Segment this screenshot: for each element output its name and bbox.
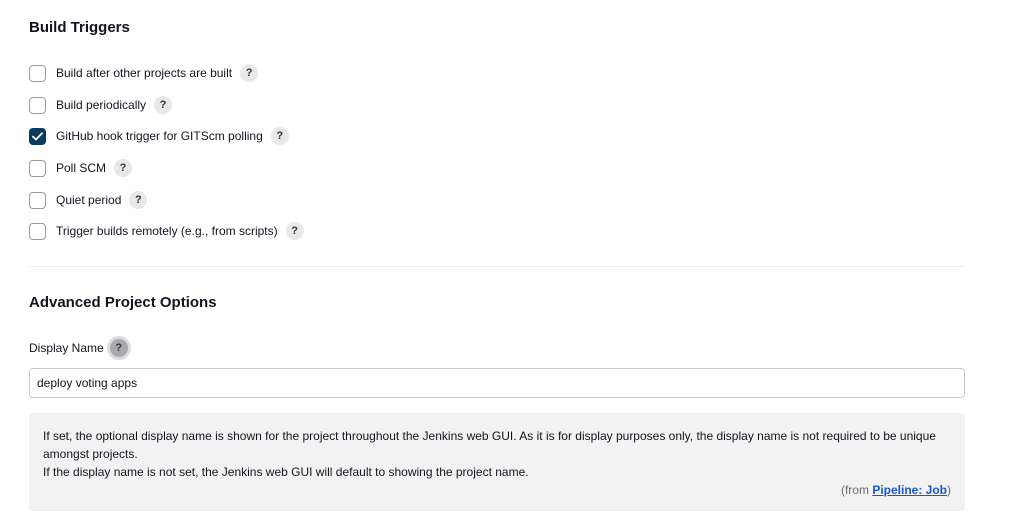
help-icon[interactable]: ? [154,96,173,114]
checkbox-remote-builds[interactable] [29,222,46,240]
help-text-paragraph-2: If the display name is not set, the Jenk… [43,465,529,479]
help-icon[interactable]: ? [129,191,148,209]
trigger-label[interactable]: GitHub hook trigger for GITScm polling [56,129,263,143]
help-source-prefix: (from [840,483,873,497]
display-name-label-row: Display Name ? [29,337,128,359]
trigger-build-after-other-projects: Build after other projects are built ? [29,63,259,83]
trigger-github-hook: GitHub hook trigger for GITScm polling ? [29,126,289,146]
trigger-label[interactable]: Poll SCM [56,161,106,175]
build-triggers-title: Build Triggers [29,19,130,36]
help-source: (from Pipeline: Job) [841,481,951,499]
pipeline-job-link[interactable]: Pipeline: Job [872,483,947,497]
checkbox-poll-scm[interactable] [29,159,46,177]
checkbox-github-hook[interactable] [29,127,46,145]
help-text-paragraph-1: If set, the optional display name is sho… [43,429,936,461]
display-name-input[interactable] [29,368,965,398]
help-icon[interactable]: ? [270,127,289,145]
trigger-label[interactable]: Trigger builds remotely (e.g., from scri… [56,224,278,238]
job-config-page: Build Triggers Build after other project… [0,0,1029,524]
trigger-build-periodically: Build periodically ? [29,95,173,115]
trigger-quiet-period: Quiet period ? [29,190,148,210]
display-name-label: Display Name [29,341,104,355]
checkbox-build-after-other-projects[interactable] [29,64,46,82]
help-icon[interactable]: ? [114,159,133,177]
help-icon[interactable]: ? [109,339,128,357]
trigger-remote-builds: Trigger builds remotely (e.g., from scri… [29,221,304,241]
help-source-suffix: ) [947,483,951,497]
trigger-poll-scm: Poll SCM ? [29,158,133,178]
trigger-label[interactable]: Quiet period [56,193,121,207]
advanced-options-title: Advanced Project Options [29,294,217,311]
checkbox-quiet-period[interactable] [29,191,46,209]
checkmark-icon [32,131,43,140]
help-icon[interactable]: ? [240,64,259,82]
display-name-help-panel: If set, the optional display name is sho… [29,413,965,511]
trigger-label[interactable]: Build after other projects are built [56,66,232,80]
help-icon[interactable]: ? [285,222,304,240]
checkbox-build-periodically[interactable] [29,96,46,114]
trigger-label[interactable]: Build periodically [56,98,146,112]
section-divider [29,266,965,267]
